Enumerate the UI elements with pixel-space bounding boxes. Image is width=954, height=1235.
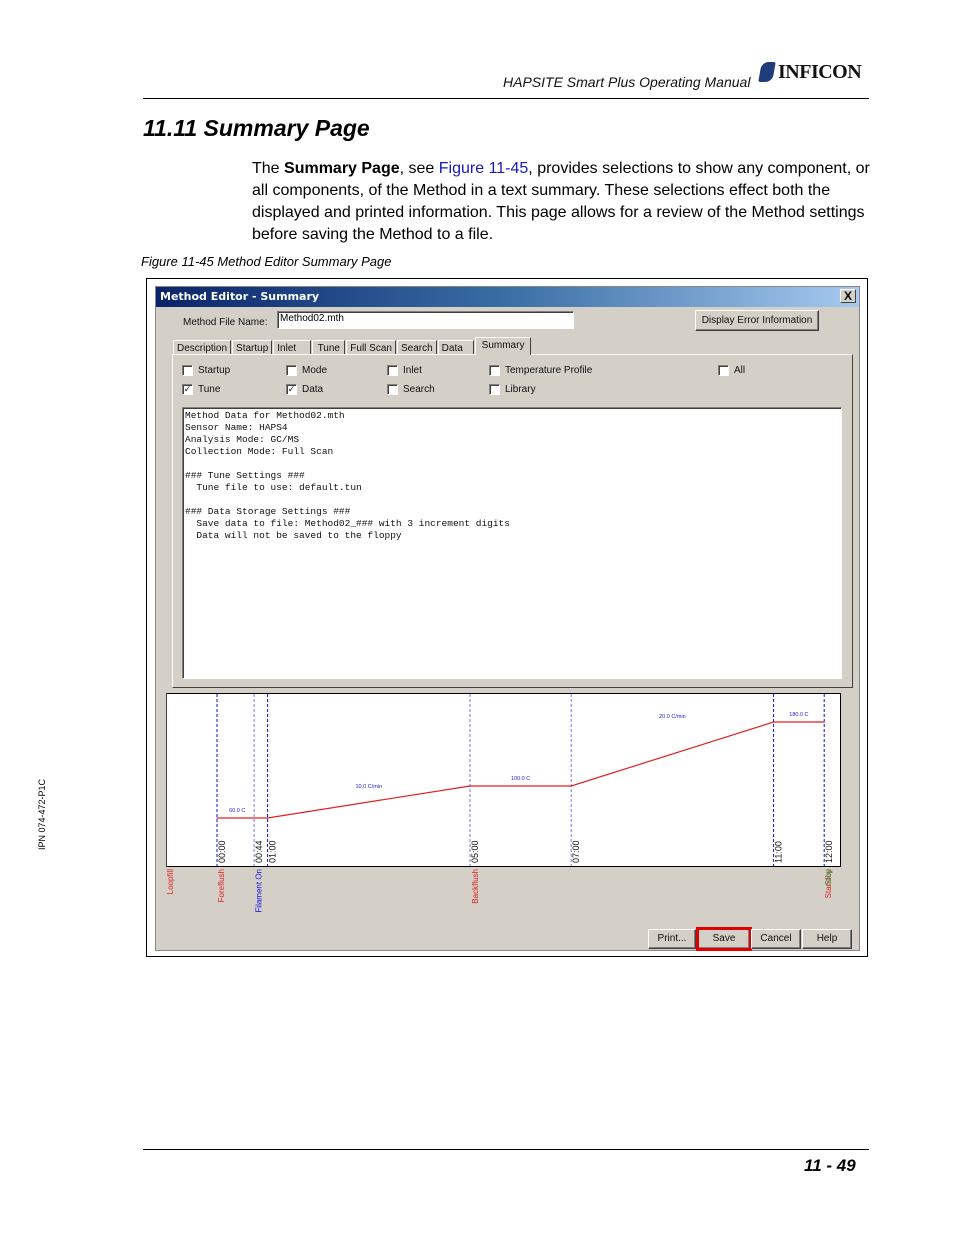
ipn-label: IPN 074-472-P1C bbox=[37, 778, 47, 850]
event-labels: Loopfill Foreflush Filament On Backflush Sta… bbox=[166, 868, 833, 913]
checkbox-inlet-box[interactable] bbox=[387, 365, 398, 376]
checkbox-library-label: Library bbox=[505, 384, 536, 395]
tab-startup[interactable]: Startup bbox=[232, 340, 273, 355]
checkbox-tune-box[interactable]: ✓ bbox=[182, 384, 193, 395]
checkbox-tune[interactable]: ✓ Tune bbox=[182, 384, 220, 395]
time-marker-label: 12:00 bbox=[824, 840, 834, 863]
checkbox-tune-label: Tune bbox=[198, 384, 221, 395]
checkbox-mode-box[interactable] bbox=[286, 365, 297, 376]
checkbox-temperature-profile-box[interactable] bbox=[489, 365, 500, 376]
checkbox-library-box[interactable] bbox=[489, 384, 500, 395]
checkbox-all-label: All bbox=[734, 365, 746, 376]
checkbox-search[interactable]: Search bbox=[387, 384, 435, 395]
save-button[interactable]: Save bbox=[696, 927, 752, 951]
chart-plot: 00:00 00:44 01:00 05:00 07:00 11:00 12:00 60.0 … bbox=[216, 694, 834, 866]
checkbox-all[interactable]: All bbox=[718, 365, 745, 376]
time-marker-label: 00:44 bbox=[254, 840, 264, 863]
segment-label: 100.0 C bbox=[511, 776, 530, 782]
dialog-title: Method Editor - Summary bbox=[160, 290, 320, 303]
inficon-logo: INFICON bbox=[758, 60, 862, 84]
checkbox-data-label: Data bbox=[302, 384, 324, 395]
tab-data[interactable]: Data bbox=[437, 340, 474, 355]
dialog-titlebar: Method Editor - Summary X bbox=[156, 287, 859, 307]
time-marker-label: 01:00 bbox=[268, 840, 278, 863]
tab-bar: Description Startup Inlet Tune Full Scan… bbox=[173, 337, 532, 355]
checkbox-inlet[interactable]: Inlet bbox=[387, 365, 422, 376]
profile-point bbox=[216, 817, 218, 819]
segment-label: 60.0 C bbox=[229, 808, 245, 814]
time-marker-label: 07:00 bbox=[571, 840, 581, 863]
segment-label: 10.0 C/min bbox=[355, 784, 382, 790]
summary-tab-panel: Startup Mode Inlet Temperature Profile A… bbox=[172, 354, 853, 688]
figure-link[interactable]: Figure 11-45 bbox=[439, 160, 529, 177]
figure-caption: Figure 11-45 Method Editor Summary Page bbox=[141, 254, 392, 269]
checkbox-temperature-profile[interactable]: Temperature Profile bbox=[489, 365, 592, 376]
checkbox-data[interactable]: ✓ Data bbox=[286, 384, 323, 395]
event-label: Loopfill bbox=[166, 869, 175, 895]
header-rule bbox=[143, 98, 869, 99]
footer-rule bbox=[143, 1149, 869, 1150]
checkbox-mode[interactable]: Mode bbox=[286, 365, 327, 376]
event-label: Backflush bbox=[471, 869, 480, 904]
cancel-button[interactable]: Cancel bbox=[751, 929, 801, 949]
section-title: 11.11 Summary Page bbox=[143, 115, 370, 141]
time-marker-label: 00:00 bbox=[217, 840, 227, 863]
close-button[interactable]: X bbox=[840, 289, 856, 303]
tab-summary[interactable]: Summary bbox=[474, 337, 532, 355]
checkbox-inlet-label: Inlet bbox=[403, 365, 422, 376]
checkbox-library[interactable]: Library bbox=[489, 384, 536, 395]
inficon-logo-icon bbox=[758, 62, 776, 82]
checkbox-search-box[interactable] bbox=[387, 384, 398, 395]
profile-point bbox=[469, 785, 471, 787]
file-name-input[interactable]: Method02.mth bbox=[277, 311, 574, 329]
event-label: Filament On bbox=[254, 869, 263, 913]
temperature-profile-line bbox=[217, 721, 825, 819]
profile-point bbox=[773, 721, 775, 723]
tab-full-scan[interactable]: Full Scan bbox=[346, 340, 396, 355]
file-name-label: Method File Name: bbox=[183, 317, 268, 328]
tab-search[interactable]: Search bbox=[396, 340, 437, 355]
checkbox-startup[interactable]: Startup bbox=[182, 365, 230, 376]
event-label: Stop bbox=[824, 868, 833, 885]
tab-tune[interactable]: Tune bbox=[312, 340, 346, 355]
summary-text-area[interactable]: Method Data for Method02.mth Sensor Name… bbox=[182, 407, 842, 679]
section-paragraph: The Summary Page, see Figure 11-45, prov… bbox=[252, 158, 872, 246]
help-button[interactable]: Help bbox=[802, 929, 852, 949]
checkbox-startup-label: Startup bbox=[198, 365, 231, 376]
checkbox-mode-label: Mode bbox=[302, 365, 328, 376]
para-prefix: The bbox=[252, 160, 285, 177]
event-label: Foreflush bbox=[217, 869, 226, 902]
logo-text: INFICON bbox=[778, 60, 862, 83]
file-name-value: Method02.mth bbox=[280, 313, 344, 324]
tab-inlet[interactable]: Inlet bbox=[273, 340, 312, 355]
method-editor-dialog: Method Editor - Summary X Method File Na… bbox=[155, 286, 860, 951]
time-marker-label: 11:00 bbox=[774, 841, 784, 863]
close-icon: X bbox=[843, 289, 852, 303]
page-number: 11 - 49 bbox=[804, 1156, 856, 1175]
display-error-button[interactable]: Display Error Information bbox=[695, 310, 819, 331]
segment-label: 20.0 C/min bbox=[659, 714, 686, 720]
checkbox-all-box[interactable] bbox=[718, 365, 729, 376]
profile-point bbox=[267, 817, 269, 819]
print-button[interactable]: Print... bbox=[648, 929, 696, 949]
checkbox-startup-box[interactable] bbox=[182, 365, 193, 376]
profile-point bbox=[570, 785, 572, 787]
checkbox-data-box[interactable]: ✓ bbox=[286, 384, 297, 395]
tab-description[interactable]: Description bbox=[173, 340, 232, 355]
checkbox-search-label: Search bbox=[403, 384, 435, 395]
para-bold: Summary Page bbox=[284, 160, 400, 177]
time-marker-label: 05:00 bbox=[470, 840, 480, 863]
manual-title: HAPSITE Smart Plus Operating Manual bbox=[503, 74, 751, 90]
segment-label: 180.0 C bbox=[789, 712, 808, 718]
profile-point bbox=[823, 721, 825, 723]
checkbox-temperature-profile-label: Temperature Profile bbox=[505, 365, 593, 376]
para-mid: , see bbox=[399, 160, 439, 177]
